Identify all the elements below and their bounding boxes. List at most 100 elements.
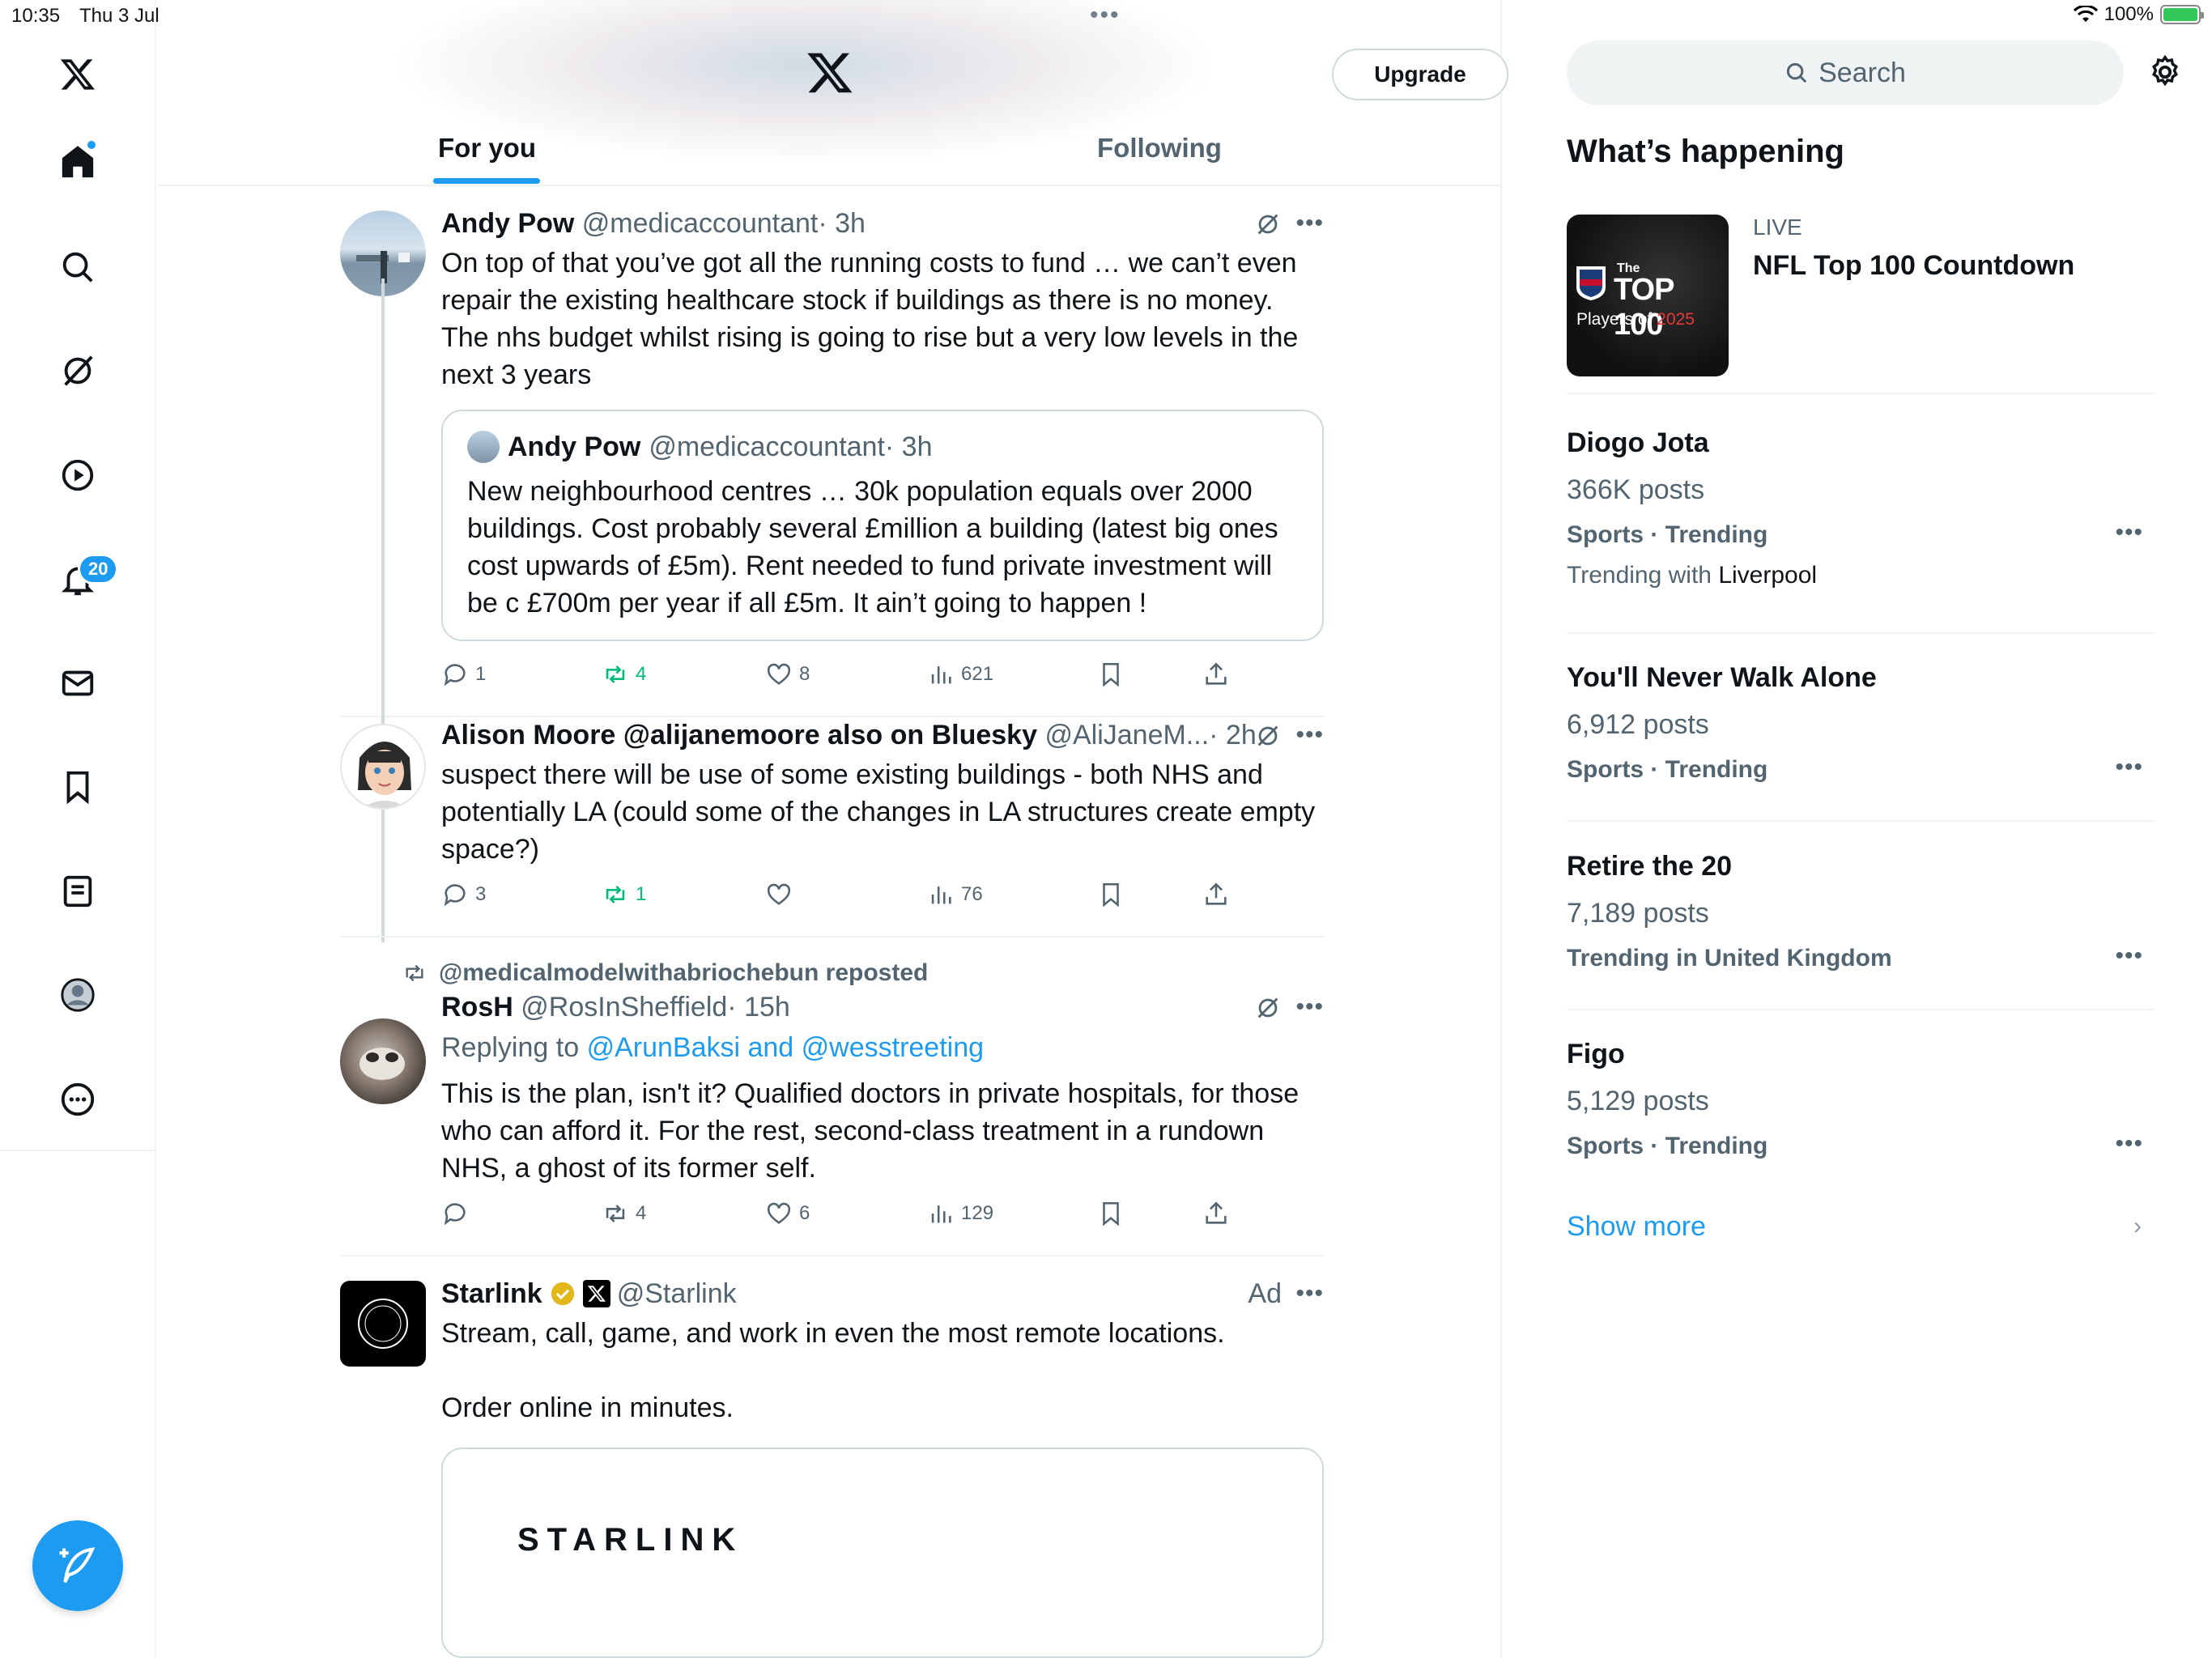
share-button[interactable] [1202,661,1230,688]
post-author-handle[interactable]: @AliJaneM... [1044,720,1209,750]
search-placeholder: Search [1819,57,1906,88]
trend-item[interactable]: Diogo Jota 366K posts Sports · Trending … [1567,425,2155,634]
lists-icon[interactable] [52,865,104,917]
trending-with-prefix: Trending with [1567,562,1712,589]
view-count: 129 [961,1202,994,1224]
compose-feather-icon [59,1547,96,1584]
post-time: · 15h [727,992,790,1022]
avatar[interactable] [340,1018,426,1104]
heart-icon [767,663,791,685]
search-input[interactable]: Search [1567,40,2124,105]
tab-for-you[interactable]: For you [438,133,536,164]
video-play-icon[interactable] [52,449,104,501]
reply-button[interactable] [441,1200,475,1227]
grok-explain-icon[interactable] [1254,722,1282,759]
nav-divider [0,1150,156,1151]
view-count: 621 [961,663,994,685]
post-time: · 3h [818,208,866,239]
views-button[interactable]: 129 [927,1200,993,1227]
repost-button[interactable]: 4 [602,661,646,688]
trend-name: Diogo Jota [1567,427,1709,458]
like-button[interactable] [765,881,799,908]
advertiser-avatar[interactable] [340,1281,426,1367]
bookmark-button[interactable] [1097,1200,1125,1227]
ad-card[interactable]: STARLINK [441,1448,1324,1658]
reply-count: 3 [475,883,487,905]
live-label: LIVE [1753,215,1802,240]
trend-more-icon[interactable]: ••• [2115,754,2143,781]
avatar[interactable] [340,724,426,810]
ad-post[interactable]: Starlink @Starlink Ad ••• Stream, call, … [340,1256,1324,1658]
like-button[interactable]: 6 [765,1200,810,1227]
more-options-icon[interactable] [52,1073,104,1125]
trend-item[interactable]: You'll Never Walk Alone 6,912 posts Spor… [1567,660,2155,822]
explore-search-icon[interactable] [52,241,104,293]
trend-post-count: 366K posts [1567,474,1705,505]
repost-button[interactable]: 1 [602,881,646,908]
live-event-card[interactable]: The TOP 100 Players of 2025 LIVE NFL Top… [1567,215,2155,394]
reply-icon [444,664,466,687]
post-more-icon[interactable]: ••• [1295,989,1324,1025]
show-more-link[interactable]: Show more [1567,1211,1706,1243]
trending-with-topic[interactable]: Liverpool [1718,562,1817,589]
post[interactable]: Alison Moore @alijanemoore also on Blues… [340,717,1324,937]
views-chart-icon [931,666,951,684]
post-author-name[interactable]: Andy Pow [441,208,574,239]
repost-count: 1 [636,883,647,905]
reply-button[interactable]: 3 [441,881,486,908]
home-unread-dot [86,139,97,151]
x-logo-icon[interactable] [52,49,104,100]
x-logo-icon[interactable] [806,49,854,97]
trend-more-icon[interactable]: ••• [2115,519,2143,546]
reposted-by[interactable]: @medicalmodelwithabriochebun reposted [402,957,1324,989]
post-more-icon[interactable]: ••• [1295,717,1324,753]
post-author-handle[interactable]: @RosInSheffield [521,992,727,1022]
profile-avatar-icon[interactable] [52,969,104,1021]
compose-post-button[interactable] [32,1520,123,1611]
replying-to-handles[interactable]: @ArunBaksi and @wesstreeting [587,1032,984,1063]
messages-mail-icon[interactable] [52,657,104,709]
trend-item[interactable]: Figo 5,129 posts Sports · Trending ••• [1567,1036,2155,1182]
post-author-name[interactable]: Alison Moore @alijanemoore also on Blues… [441,720,1037,750]
battery-icon [2160,5,2204,24]
views-button[interactable]: 76 [927,881,983,908]
post-more-icon[interactable]: ••• [1295,206,1324,241]
quoted-author-name: Andy Pow [508,432,641,462]
share-button[interactable] [1202,881,1230,908]
post-author-handle[interactable]: @Starlink [617,1276,737,1312]
bookmark-button[interactable] [1097,881,1125,908]
post[interactable]: Andy Pow @medicaccountant· 3h ••• On top… [340,188,1324,942]
trend-more-icon[interactable]: ••• [2115,942,2143,970]
upgrade-button[interactable]: Upgrade [1332,49,1508,100]
post[interactable]: @medicalmodelwithabriochebun reposted Ro… [340,957,1324,1256]
grok-explain-icon[interactable] [1254,210,1282,247]
post-more-icon[interactable]: ••• [1295,1276,1324,1312]
grok-icon[interactable] [52,345,104,397]
bookmarks-icon[interactable] [52,761,104,813]
quoted-post[interactable]: Andy Pow @medicaccountant· 3h New neighb… [441,410,1324,641]
repost-button[interactable]: 4 [602,1200,646,1227]
thumb-top100: TOP 100 [1614,273,1674,342]
post-author-name[interactable]: RosH [441,992,513,1022]
share-button[interactable] [1202,1200,1230,1227]
trend-more-icon[interactable]: ••• [2115,1130,2143,1158]
reposted-by-label: @medicalmodelwithabriochebun reposted [439,959,929,986]
like-count: 6 [799,1202,810,1224]
grok-explain-icon[interactable] [1254,994,1282,1031]
reply-button[interactable]: 1 [441,661,486,688]
post-author-handle[interactable]: @medicaccountant [582,208,819,239]
views-button[interactable]: 621 [927,661,993,688]
x-affiliate-badge-icon [582,1280,610,1307]
post-actions: 4 6 129 [441,1187,1324,1255]
quoted-time: · 3h [884,432,933,462]
trend-item[interactable]: Retire the 20 7,189 posts Trending in Un… [1567,848,2155,1010]
tab-following[interactable]: Following [1097,133,1222,164]
post-author-name[interactable]: Starlink [441,1276,542,1312]
settings-gear-icon[interactable] [2146,53,2184,91]
like-button[interactable]: 8 [765,661,810,688]
thumb-players-text: Players of [1576,310,1653,329]
trend-name: Figo [1567,1039,1625,1069]
feed: Andy Pow @medicaccountant· 3h ••• On top… [340,188,1324,1658]
ad-card-brand: STARLINK [517,1522,744,1558]
bookmark-button[interactable] [1097,661,1125,688]
